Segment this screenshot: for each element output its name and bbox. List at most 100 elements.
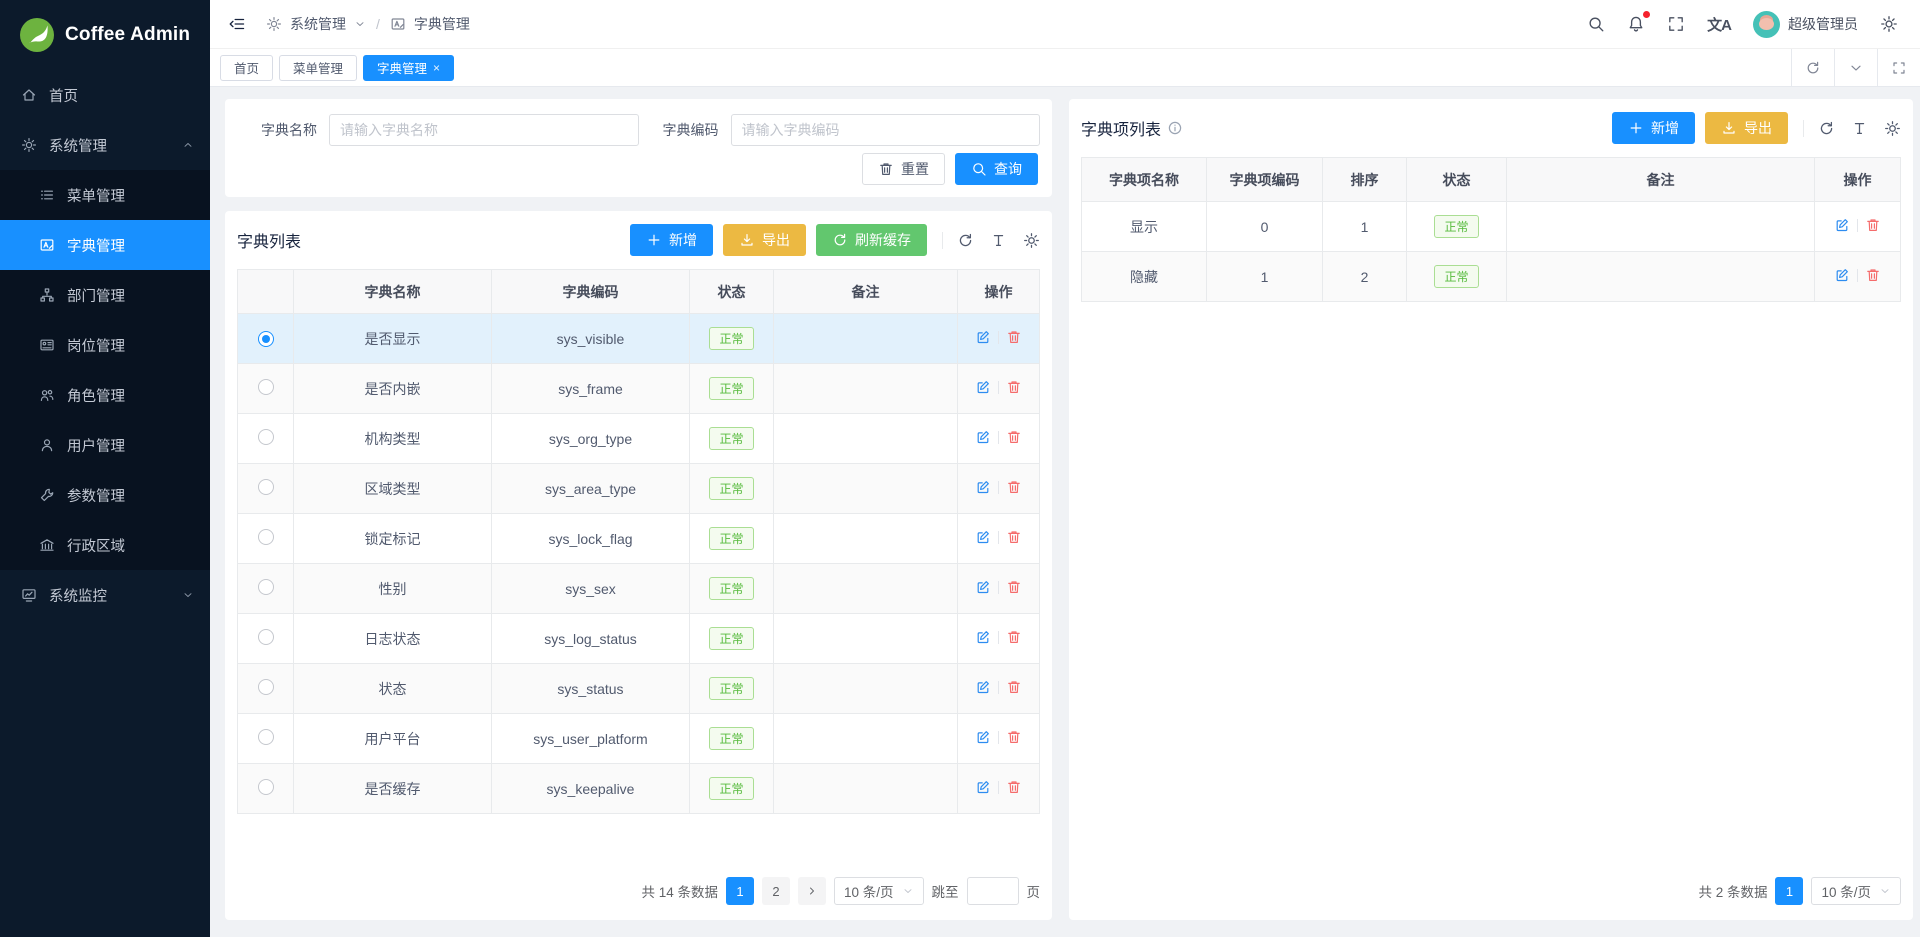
sidebar-item-4[interactable]: 部门管理 <box>0 270 210 320</box>
row-radio[interactable] <box>258 779 274 795</box>
dict-row[interactable]: 区域类型sys_area_type正常 <box>238 464 1040 514</box>
dict-code-cell: sys_lock_flag <box>492 514 690 564</box>
dict-row[interactable]: 用户平台sys_user_platform正常 <box>238 714 1040 764</box>
edit-icon[interactable] <box>1834 267 1850 283</box>
dict-item-row[interactable]: 显示01正常 <box>1082 202 1901 252</box>
tab-2[interactable]: 字典管理× <box>363 55 454 81</box>
edit-icon[interactable] <box>975 429 991 445</box>
edit-icon[interactable] <box>975 579 991 595</box>
edit-icon[interactable] <box>975 479 991 495</box>
dictionary-icon <box>390 16 406 32</box>
translate-icon[interactable]: 文A <box>1707 14 1731 35</box>
row-radio[interactable] <box>258 379 274 395</box>
item-sort-cell: 2 <box>1323 252 1407 302</box>
font-size-icon[interactable] <box>1851 120 1868 137</box>
column-settings-icon[interactable] <box>1884 120 1901 137</box>
trash-icon[interactable] <box>1006 429 1022 445</box>
row-radio[interactable] <box>258 429 274 445</box>
row-radio[interactable] <box>258 579 274 595</box>
status-tag: 正常 <box>709 777 753 800</box>
breadcrumb-parent[interactable]: 系统管理 <box>290 14 346 34</box>
edit-icon[interactable] <box>975 529 991 545</box>
query-button[interactable]: 查询 <box>955 153 1038 185</box>
sidebar-item-9[interactable]: 行政区域 <box>0 520 210 570</box>
trash-icon[interactable] <box>1865 267 1881 283</box>
sidebar-item-0[interactable]: 首页 <box>0 70 210 120</box>
trash-icon[interactable] <box>1006 779 1022 795</box>
trash-icon[interactable] <box>1006 679 1022 695</box>
collapse-sidebar-icon[interactable] <box>228 15 246 33</box>
jump-page-input[interactable] <box>967 877 1019 905</box>
pagination-page-2[interactable]: 2 <box>762 877 790 905</box>
dict-row[interactable]: 性别sys_sex正常 <box>238 564 1040 614</box>
tab-1[interactable]: 菜单管理 <box>279 55 357 81</box>
edit-icon[interactable] <box>1834 217 1850 233</box>
refresh-table-icon[interactable] <box>957 232 974 249</box>
dict-row[interactable]: 日志状态sys_log_status正常 <box>238 614 1040 664</box>
dict-item-row[interactable]: 隐藏12正常 <box>1082 252 1901 302</box>
add-dict-item-button[interactable]: 新增 <box>1612 112 1695 144</box>
dict-row[interactable]: 机构类型sys_org_type正常 <box>238 414 1040 464</box>
column-settings-icon[interactable] <box>1023 232 1040 249</box>
dict-row[interactable]: 是否缓存sys_keepalive正常 <box>238 764 1040 814</box>
export-dict-item-button[interactable]: 导出 <box>1705 112 1788 144</box>
sidebar-item-10[interactable]: 系统监控 <box>0 570 210 620</box>
row-radio[interactable] <box>258 629 274 645</box>
refresh-page-button[interactable] <box>1791 49 1834 86</box>
edit-icon[interactable] <box>975 629 991 645</box>
notifications-button[interactable] <box>1627 15 1645 33</box>
sidebar-item-3[interactable]: 字典管理 <box>0 220 210 270</box>
edit-icon[interactable] <box>975 729 991 745</box>
dict-code-cell: sys_org_type <box>492 414 690 464</box>
dict-row[interactable]: 是否内嵌sys_frame正常 <box>238 364 1040 414</box>
font-size-icon[interactable] <box>990 232 1007 249</box>
maximize-content-button[interactable] <box>1877 49 1920 86</box>
edit-icon[interactable] <box>975 679 991 695</box>
export-dict-button[interactable]: 导出 <box>723 224 806 256</box>
sidebar-item-6[interactable]: 角色管理 <box>0 370 210 420</box>
row-radio[interactable] <box>258 679 274 695</box>
page-size-select[interactable]: 10 条/页 <box>1811 877 1901 905</box>
pagination-page-1[interactable]: 1 <box>726 877 754 905</box>
edit-icon[interactable] <box>975 379 991 395</box>
sidebar-item-5[interactable]: 岗位管理 <box>0 320 210 370</box>
sidebar-item-2[interactable]: 菜单管理 <box>0 170 210 220</box>
close-tab-icon[interactable]: × <box>433 61 440 75</box>
sidebar-item-label: 参数管理 <box>67 485 125 506</box>
edit-icon[interactable] <box>975 779 991 795</box>
trash-icon[interactable] <box>1006 529 1022 545</box>
tab-0[interactable]: 首页 <box>220 55 273 81</box>
reset-button[interactable]: 重置 <box>862 153 945 185</box>
pagination-next-button[interactable] <box>798 877 826 905</box>
add-dict-button[interactable]: 新增 <box>630 224 713 256</box>
edit-icon[interactable] <box>975 329 991 345</box>
row-radio[interactable] <box>258 479 274 495</box>
pagination-page-1[interactable]: 1 <box>1775 877 1803 905</box>
settings-gear-icon[interactable] <box>1880 15 1898 33</box>
dict-code-input[interactable] <box>731 114 1041 146</box>
tab-menu-button[interactable] <box>1834 49 1877 86</box>
search-icon[interactable] <box>1587 15 1605 33</box>
trash-icon[interactable] <box>1006 379 1022 395</box>
fullscreen-icon[interactable] <box>1667 15 1685 33</box>
dict-row[interactable]: 锁定标记sys_lock_flag正常 <box>238 514 1040 564</box>
sidebar-item-8[interactable]: 参数管理 <box>0 470 210 520</box>
trash-icon[interactable] <box>1006 579 1022 595</box>
trash-icon[interactable] <box>1006 729 1022 745</box>
trash-icon[interactable] <box>1006 329 1022 345</box>
trash-icon[interactable] <box>1006 629 1022 645</box>
row-radio[interactable] <box>258 729 274 745</box>
trash-icon[interactable] <box>1006 479 1022 495</box>
user-menu[interactable]: 超级管理员 <box>1753 11 1858 38</box>
dict-name-input[interactable] <box>329 114 639 146</box>
dict-row[interactable]: 状态sys_status正常 <box>238 664 1040 714</box>
sidebar-item-1[interactable]: 系统管理 <box>0 120 210 170</box>
row-radio[interactable] <box>258 331 274 347</box>
refresh-cache-button[interactable]: 刷新缓存 <box>816 224 927 256</box>
page-size-select[interactable]: 10 条/页 <box>834 877 924 905</box>
sidebar-item-7[interactable]: 用户管理 <box>0 420 210 470</box>
row-radio[interactable] <box>258 529 274 545</box>
dict-row[interactable]: 是否显示sys_visible正常 <box>238 314 1040 364</box>
trash-icon[interactable] <box>1865 217 1881 233</box>
refresh-table-icon[interactable] <box>1818 120 1835 137</box>
